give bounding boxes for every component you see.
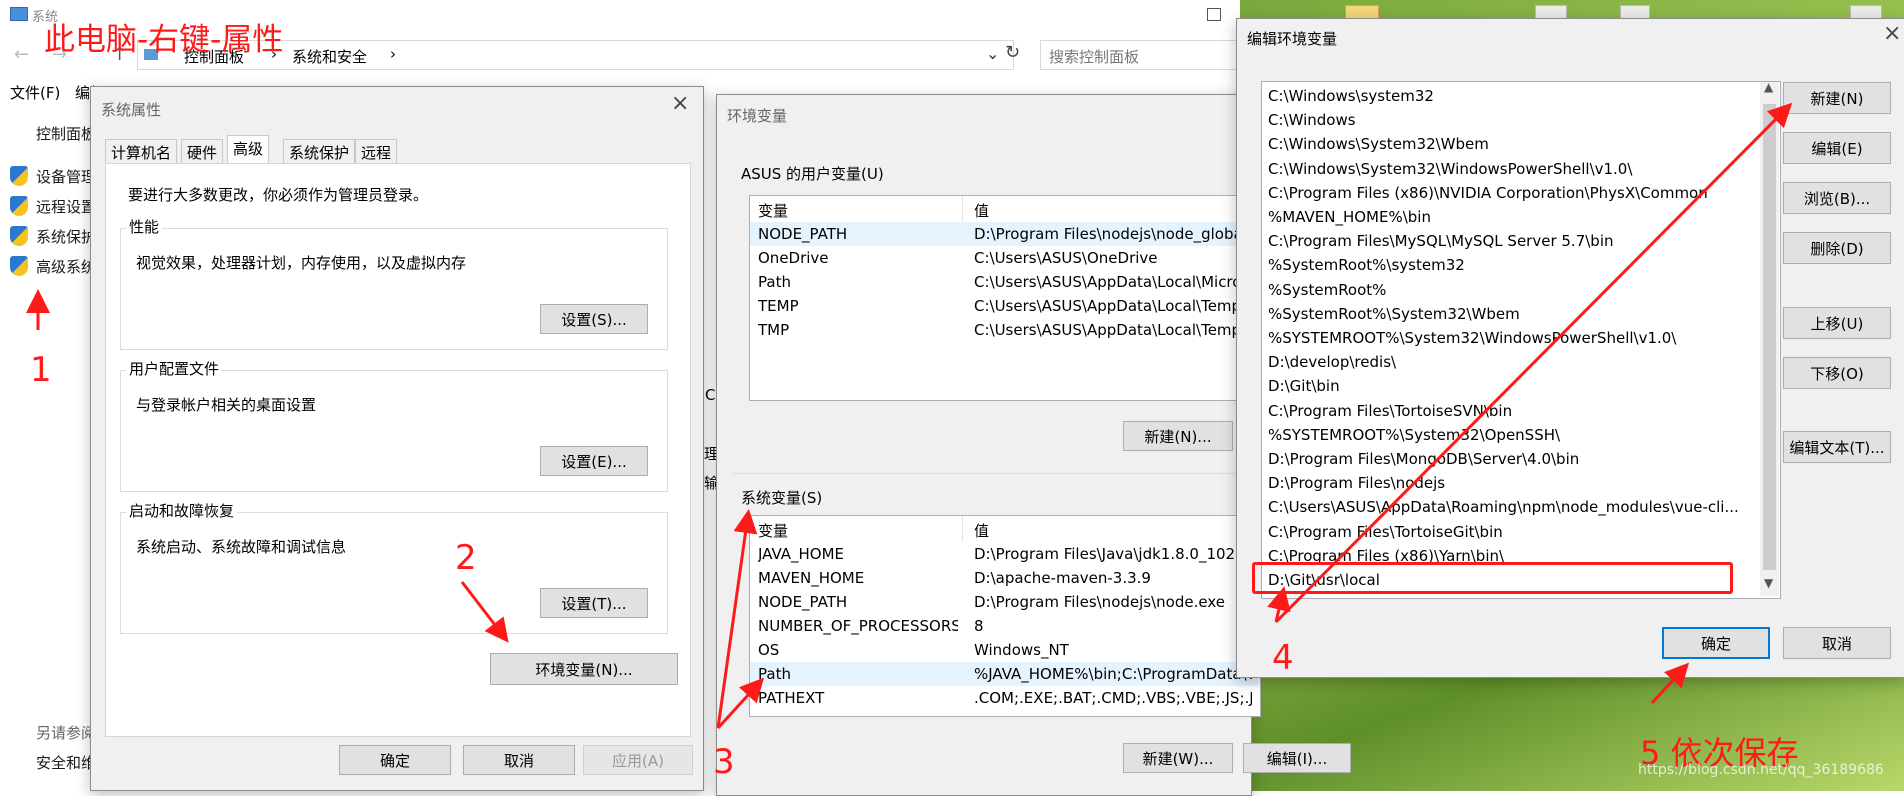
annotation-arrows (26, 102, 1793, 730)
arrow-5 (1650, 662, 1690, 705)
arrow-3a (716, 509, 758, 729)
arrow-4a (1274, 102, 1793, 624)
arrow-2 (460, 581, 509, 643)
annotation-step-2: 2 (455, 538, 477, 578)
annotation-step-4: 4 (1272, 638, 1294, 678)
annotation-step-1: 1 (30, 350, 52, 390)
annotation-step-3: 3 (713, 742, 735, 782)
watermark: https://blog.csdn.net/qq_36189686 (1638, 762, 1884, 778)
